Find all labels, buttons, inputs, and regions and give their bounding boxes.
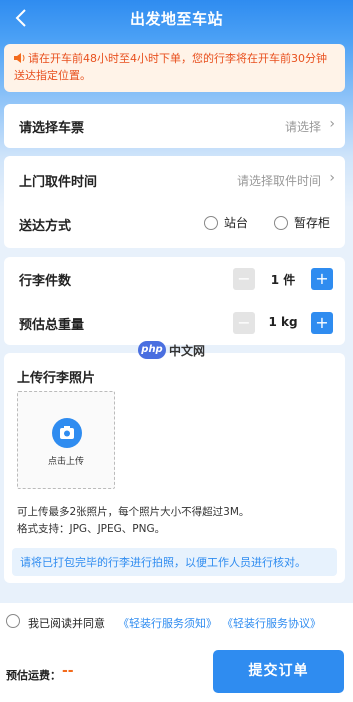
- top-navigation-bar: 出发地至车站: [0, 0, 353, 38]
- page-title: 出发地至车站: [129, 10, 223, 28]
- luggage-count-value: 1 件: [270, 273, 296, 287]
- chevron-right-icon: ›: [329, 116, 335, 132]
- delivery-label: 送达方式: [19, 219, 72, 234]
- radio-circle-icon: [274, 215, 288, 230]
- upload-tip: 请将已打包完毕的行李进行拍照，以便工作人员进行核对。: [12, 548, 337, 576]
- upload-card: 上传行李照片 点击上传 可上传最多2张照片，每个照片大小不得超过3M。 格式支持…: [4, 353, 345, 583]
- service-agreement-link[interactable]: 《轻装行服务协议》: [222, 615, 321, 631]
- radio-circle-icon: [204, 215, 218, 230]
- weight-label: 预估总重量: [19, 318, 85, 333]
- pickup-card: 上门取件时间 请选择取件时间 › 送达方式 站台 暂存柜: [4, 156, 345, 248]
- plus-button[interactable]: +: [311, 268, 333, 290]
- luggage-count-label: 行李件数: [19, 274, 72, 289]
- radio-locker-label: 暂存柜: [294, 216, 331, 230]
- notice-banner: 请在开车前48小时至4小时下单，您的行李将在开车前30分钟送达指定位置。: [4, 44, 345, 92]
- radio-platform[interactable]: 站台: [204, 214, 248, 231]
- weight-stepper: − 1 kg +: [233, 312, 333, 334]
- luggage-card: 行李件数 − 1 件 + 预估总重量 − 1 kg +: [4, 257, 345, 345]
- ticket-placeholder: 请选择: [284, 120, 321, 134]
- camera-icon: [52, 418, 82, 448]
- fee-value: --: [62, 663, 74, 679]
- pickup-time-selector[interactable]: 上门取件时间 请选择取件时间 ›: [4, 158, 345, 202]
- watermark: php 中文网: [138, 341, 220, 361]
- radio-platform-label: 站台: [224, 216, 249, 230]
- plus-button[interactable]: +: [311, 312, 333, 334]
- delivery-method-row: 送达方式 站台 暂存柜: [4, 202, 345, 246]
- weight-value: 1 kg: [268, 315, 298, 329]
- chevron-right-icon: ›: [329, 170, 335, 186]
- agreement-row: 我已阅读并同意 《轻装行服务须知》 《轻装行服务协议》: [0, 603, 353, 641]
- upload-button-label: 点击上传: [47, 457, 84, 467]
- upload-title: 上传行李照片: [17, 371, 96, 386]
- watermark-text: 中文网: [169, 344, 206, 358]
- service-notice-link[interactable]: 《轻装行服务须知》: [118, 615, 217, 631]
- upload-button[interactable]: 点击上传: [17, 391, 115, 489]
- fee-label: 预估运费：: [6, 669, 61, 682]
- minus-button[interactable]: −: [233, 312, 255, 334]
- bottom-bar: 预估运费： -- 提交订单: [0, 641, 353, 702]
- pickup-time-placeholder: 请选择取件时间: [236, 174, 321, 188]
- ticket-selector[interactable]: 请选择车票 请选择 ›: [4, 104, 345, 148]
- upload-hint-size: 可上传最多2张照片，每个照片大小不得超过3M。: [17, 506, 250, 518]
- minus-button[interactable]: −: [233, 268, 255, 290]
- luggage-count-stepper: − 1 件 +: [233, 268, 333, 290]
- speaker-icon: [14, 51, 26, 63]
- submit-order-button[interactable]: 提交订单: [213, 650, 344, 693]
- weight-row: 预估总重量 − 1 kg +: [4, 301, 345, 345]
- pickup-time-label: 上门取件时间: [19, 175, 98, 190]
- agreement-checkbox[interactable]: [6, 614, 20, 628]
- upload-hint-format: 格式支持：JPG、JPEG、PNG。: [17, 523, 166, 535]
- radio-locker[interactable]: 暂存柜: [274, 214, 330, 231]
- ticket-card: 请选择车票 请选择 ›: [4, 104, 345, 148]
- notice-text: 请在开车前48小时至4小时下单，您的行李将在开车前30分钟送达指定位置。: [14, 52, 327, 82]
- agreement-text: 我已阅读并同意: [28, 617, 105, 630]
- luggage-count-row: 行李件数 − 1 件 +: [4, 257, 345, 301]
- watermark-badge: php: [138, 341, 166, 359]
- ticket-label: 请选择车票: [19, 121, 85, 136]
